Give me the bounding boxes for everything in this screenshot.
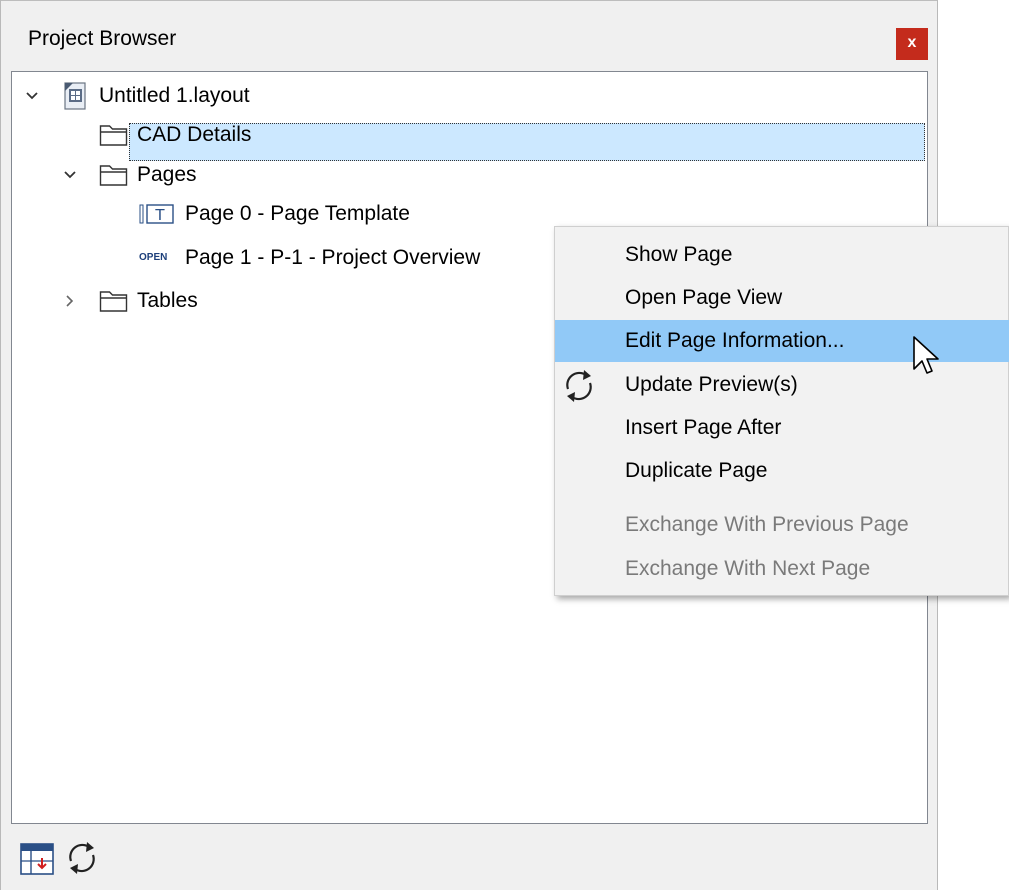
tree-item-pages[interactable]: Pages (63, 157, 363, 193)
menu-item-label: Exchange With Previous Page (625, 513, 909, 536)
layout-file-icon (64, 82, 86, 110)
menu-item-label: Show Page (625, 243, 733, 266)
menu-item-insert-page-after[interactable]: Insert Page After (555, 407, 1009, 449)
page-template-icon: T (139, 204, 174, 224)
chevron-right-icon[interactable] (63, 283, 77, 319)
tree-item-label: Tables (137, 289, 198, 312)
close-button[interactable]: x (896, 28, 928, 60)
menu-item-open-page-view[interactable]: Open Page View (555, 277, 1009, 319)
table-insert-icon[interactable] (19, 841, 55, 877)
bottom-toolbar (1, 826, 937, 890)
tree-item-tables[interactable]: Tables (63, 283, 363, 319)
menu-item-duplicate-page[interactable]: Duplicate Page (555, 450, 1009, 492)
menu-item-label: Exchange With Next Page (625, 557, 871, 580)
tree-item-root[interactable]: Untitled 1.layout (21, 78, 421, 114)
svg-text:T: T (154, 206, 165, 224)
tree-item-cad-details[interactable]: CAD Details (99, 117, 399, 153)
menu-item-label: Duplicate Page (625, 459, 768, 482)
refresh-icon (566, 370, 592, 402)
window-title: Project Browser (28, 27, 177, 50)
menu-item-exchange-previous: Exchange With Previous Page (555, 504, 1009, 546)
open-page-icon: OPEN (139, 252, 168, 263)
tree-item-page-1[interactable]: OPEN Page 1 - P-1 - Project Overview (139, 240, 559, 276)
folder-icon (99, 125, 128, 146)
menu-item-label: Update Preview(s) (625, 373, 798, 396)
tree-item-label: CAD Details (137, 123, 252, 146)
menu-item-label: Edit Page Information... (625, 329, 845, 352)
chevron-down-icon[interactable] (25, 78, 39, 114)
tree-item-label: Untitled 1.layout (99, 84, 250, 107)
tree-item-label: Page 1 - P-1 - Project Overview (185, 246, 481, 269)
mouse-pointer-icon (913, 336, 939, 374)
tree-item-label: Pages (137, 163, 197, 186)
folder-icon (99, 165, 128, 186)
menu-item-update-previews[interactable]: Update Preview(s) (555, 364, 1009, 406)
menu-item-edit-page-information[interactable]: Edit Page Information... (555, 320, 1009, 362)
menu-item-label: Open Page View (625, 286, 783, 309)
refresh-icon[interactable] (63, 839, 101, 877)
folder-icon (99, 291, 128, 312)
menu-item-exchange-next: Exchange With Next Page (555, 548, 1009, 590)
menu-item-label: Insert Page After (625, 416, 782, 439)
context-menu: Show Page Open Page View Edit Page Infor… (554, 226, 1009, 596)
chevron-down-icon[interactable] (63, 157, 77, 193)
tree-item-label: Page 0 - Page Template (185, 202, 410, 225)
menu-item-show-page[interactable]: Show Page (555, 234, 1009, 276)
title-bar: Project Browser x (1, 0, 937, 70)
